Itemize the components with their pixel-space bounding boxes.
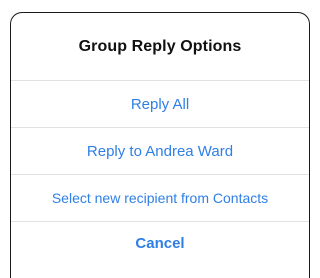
cancel-button[interactable]: Cancel (11, 221, 309, 278)
sheet-title: Group Reply Options (78, 37, 242, 55)
group-reply-action-sheet: Group Reply Options Reply All Reply to A… (10, 12, 310, 278)
reply-to-sender-button[interactable]: Reply to Andrea Ward (11, 127, 309, 174)
select-recipient-from-contacts-button[interactable]: Select new recipient from Contacts (11, 174, 309, 221)
reply-all-button[interactable]: Reply All (11, 80, 309, 127)
